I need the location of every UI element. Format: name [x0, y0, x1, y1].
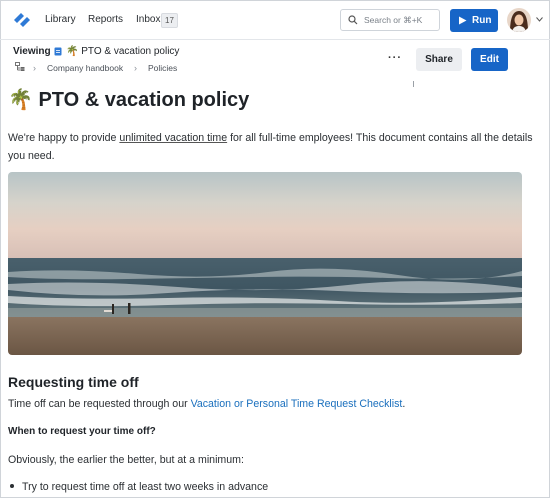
app-logo-icon[interactable]	[13, 11, 31, 29]
hierarchy-icon	[15, 62, 25, 71]
section-text: Time off can be requested through our	[8, 398, 191, 410]
breadcrumb-item-company-handbook[interactable]: Company handbook	[47, 63, 123, 73]
play-icon	[459, 16, 467, 25]
viewing-label: Viewing	[13, 46, 51, 57]
document-title: 🌴 PTO & vacation policy	[8, 89, 250, 111]
resize-handle[interactable]	[413, 81, 414, 87]
breadcrumb-separator-icon: ›	[33, 63, 36, 73]
intro-paragraph: We're happy to provide unlimited vacatio…	[8, 129, 533, 165]
search-icon	[348, 15, 358, 25]
list-item-text: Try to request time off at least two wee…	[22, 481, 269, 493]
section-heading: Requesting time off	[8, 374, 139, 390]
share-button[interactable]: Share	[416, 48, 462, 71]
breadcrumb-separator-icon: ›	[134, 63, 137, 73]
chevron-down-icon[interactable]	[536, 17, 543, 22]
edit-button[interactable]: Edit	[471, 48, 508, 71]
nav-inbox-link[interactable]: Inbox	[136, 14, 160, 25]
run-button-label: Run	[472, 15, 492, 26]
section-paragraph: Time off can be requested through our Va…	[8, 398, 405, 410]
search-input[interactable]: Search or ⌘+K	[340, 9, 440, 31]
body-paragraph: Obviously, the earlier the better, but a…	[8, 454, 244, 466]
list-item: Try to request time off at least two wee…	[10, 481, 268, 493]
top-navigation-bar: Library Reports Inbox 17 Search or ⌘+K R…	[0, 0, 550, 40]
user-avatar[interactable]	[507, 8, 531, 32]
intro-text: We're happy to provide	[8, 132, 120, 144]
bullet-icon	[10, 484, 14, 489]
beach-photo	[8, 172, 522, 355]
subheading: When to request your time off?	[8, 426, 156, 437]
run-button[interactable]: Run	[450, 9, 498, 32]
request-checklist-link[interactable]: Vacation or Personal Time Request Checkl…	[191, 398, 403, 410]
search-placeholder: Search or ⌘+K	[364, 15, 423, 25]
breadcrumb-item-policies[interactable]: Policies	[148, 63, 177, 73]
more-options-button[interactable]: ···	[388, 52, 402, 64]
nav-reports-link[interactable]: Reports	[88, 14, 123, 25]
document-icon	[54, 47, 62, 56]
inbox-count-badge: 17	[161, 13, 178, 28]
document-title-header: 🌴 PTO & vacation policy	[66, 46, 180, 57]
nav-library-link[interactable]: Library	[45, 14, 76, 25]
section-text-end: .	[402, 398, 406, 410]
unlimited-vacation-link[interactable]: unlimited vacation time	[119, 132, 227, 144]
